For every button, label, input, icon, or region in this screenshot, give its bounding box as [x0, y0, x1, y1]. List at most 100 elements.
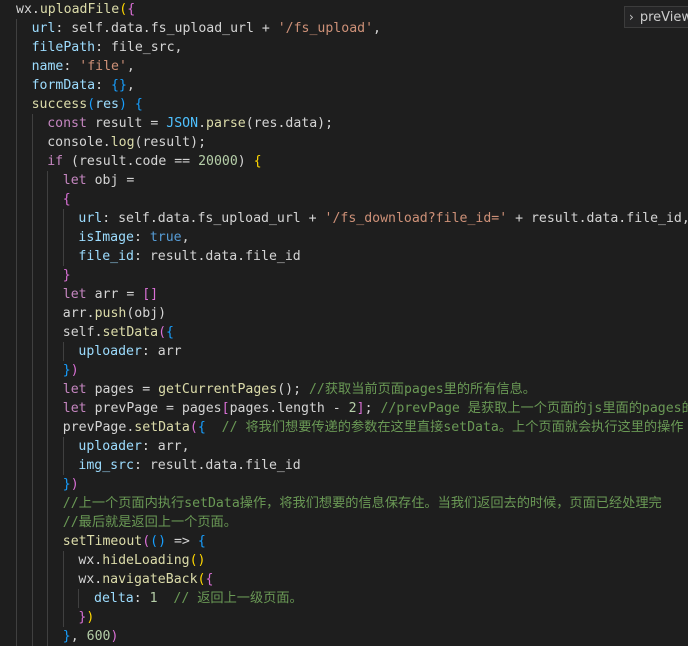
- code-line[interactable]: //上一个页面内执行setData操作，将我们想要的信息保存住。当我们返回去的时…: [63, 494, 662, 513]
- code-token: ;: [364, 401, 373, 416]
- code-token: wx: [78, 572, 95, 587]
- code-token: let: [62, 382, 87, 397]
- code-token: : self.data.fs_upload_url +: [102, 211, 325, 226]
- code-token: [: [221, 401, 230, 416]
- code-token: '/fs_download?file_id=': [324, 211, 508, 226]
- indent-guide: [62, 342, 64, 361]
- code-line[interactable]: const result = JSON.parse(res.data);: [47, 114, 333, 133]
- code-token: (: [87, 97, 96, 112]
- code-line[interactable]: self.setData({: [63, 323, 174, 342]
- code-line[interactable]: }): [63, 361, 79, 380]
- code-line[interactable]: }): [63, 475, 79, 494]
- code-token: =>: [166, 534, 198, 549]
- code-line[interactable]: url: self.data.fs_upload_url + '/fs_down…: [78, 209, 688, 228]
- code-token: : self.data.fs_upload_url +: [55, 21, 278, 36]
- breadcrumb-preview-hover[interactable]: › preView: [624, 6, 688, 28]
- code-line[interactable]: name: 'file',: [32, 57, 135, 76]
- code-line[interactable]: wx.hideLoading(): [78, 551, 205, 570]
- code-token: (result.code ==: [63, 154, 199, 169]
- code-line[interactable]: let pages = getCurrentPages(); //获取当前页面p…: [63, 380, 536, 399]
- code-line[interactable]: let obj =: [63, 171, 134, 190]
- code-token: {}: [111, 78, 127, 93]
- code-token: (: [119, 2, 128, 17]
- code-token: (): [189, 553, 206, 568]
- code-token: []: [142, 287, 159, 302]
- code-line[interactable]: }: [63, 266, 71, 285]
- code-line[interactable]: isImage: true,: [78, 228, 189, 247]
- code-token: parse: [206, 116, 246, 131]
- code-token: ): [86, 610, 95, 625]
- code-line[interactable]: delta: 1 // 返回上一级页面。: [94, 589, 303, 608]
- code-token: : arr: [141, 344, 182, 359]
- code-line[interactable]: url: self.data.fs_upload_url + '/fs_uplo…: [32, 19, 381, 38]
- code-line[interactable]: filePath: file_src,: [32, 38, 183, 57]
- code-token: formData: [31, 78, 96, 93]
- code-token: res: [95, 97, 119, 112]
- code-line[interactable]: }): [78, 608, 94, 627]
- code-line[interactable]: success(res) {: [32, 95, 143, 114]
- code-token: push: [94, 306, 127, 321]
- code-line[interactable]: if (result.code == 20000) {: [47, 152, 261, 171]
- code-token: (res.data);: [245, 116, 334, 131]
- code-token: ,: [126, 78, 135, 93]
- code-token: : result.data.file_id: [133, 249, 301, 264]
- code-token: self: [62, 325, 95, 340]
- code-line[interactable]: uploader: arr: [78, 342, 181, 361]
- code-token: if: [47, 154, 64, 169]
- code-token: {: [62, 192, 71, 207]
- code-line[interactable]: setTimeout(() => {: [63, 532, 206, 551]
- preview-label: preView: [639, 10, 688, 25]
- code-line[interactable]: let prevPage = pages[pages.length - 2]; …: [63, 399, 688, 418]
- code-line[interactable]: prevPage.setData({ // 将我们想要传递的参数在这里直接set…: [63, 418, 684, 437]
- code-token: uploader: [78, 439, 142, 454]
- code-line[interactable]: //最后就是返回上一个页面。: [63, 513, 237, 532]
- code-token: navigateBack: [102, 572, 198, 587]
- indent-guide: [62, 551, 64, 627]
- code-token: prevPage = pages: [86, 401, 222, 416]
- code-token: obj =: [86, 173, 135, 188]
- code-token: //上一个页面内执行setData操作，将我们想要的信息保存住。当我们返回去的时…: [62, 496, 662, 511]
- code-token: JSON: [166, 116, 199, 131]
- code-editor[interactable]: wx.uploadFile({url: self.data.fs_upload_…: [0, 0, 688, 646]
- code-token: {: [197, 534, 206, 549]
- code-token: }: [62, 477, 71, 492]
- code-line[interactable]: console.log(result);: [47, 133, 206, 152]
- code-token: name: [31, 59, 64, 74]
- chevron-right-icon: ›: [629, 10, 634, 24]
- code-line[interactable]: let arr = []: [63, 285, 158, 304]
- code-token: (obj): [126, 306, 167, 321]
- code-line[interactable]: wx.navigateBack({: [78, 570, 213, 589]
- code-token: {: [205, 572, 214, 587]
- code-line[interactable]: }, 600): [63, 627, 119, 646]
- code-token: : file_src,: [95, 40, 183, 55]
- code-token: {: [197, 420, 206, 435]
- code-token: (: [189, 420, 198, 435]
- code-token: ): [118, 97, 127, 112]
- code-token: wx: [78, 553, 95, 568]
- code-token: .: [102, 135, 111, 150]
- code-token: ): [70, 477, 79, 492]
- code-token: ,: [181, 230, 190, 245]
- code-token: setData: [102, 325, 159, 340]
- code-line[interactable]: arr.push(obj): [63, 304, 166, 323]
- code-line[interactable]: uploader: arr,: [78, 437, 189, 456]
- code-line[interactable]: img_src: result.data.file_id: [78, 456, 300, 475]
- code-line[interactable]: wx.uploadFile({: [16, 0, 135, 19]
- code-token: {: [253, 154, 262, 169]
- code-token: ): [237, 154, 254, 169]
- code-token: url: [31, 21, 56, 36]
- code-token: 600: [86, 629, 111, 644]
- code-token: console: [47, 135, 103, 150]
- code-token: ();: [277, 382, 302, 397]
- code-token: pages.length -: [229, 401, 349, 416]
- code-line[interactable]: file_id: result.data.file_id: [78, 247, 300, 266]
- code-token: let: [62, 287, 87, 302]
- code-token: '/fs_upload': [277, 21, 374, 36]
- code-line[interactable]: {: [63, 190, 71, 209]
- code-line[interactable]: formData: {},: [32, 76, 135, 95]
- code-token: isImage: [78, 230, 134, 245]
- indent-guide: [47, 171, 49, 646]
- code-token: result =: [86, 116, 167, 131]
- code-token: : result.data.file_id: [133, 458, 301, 473]
